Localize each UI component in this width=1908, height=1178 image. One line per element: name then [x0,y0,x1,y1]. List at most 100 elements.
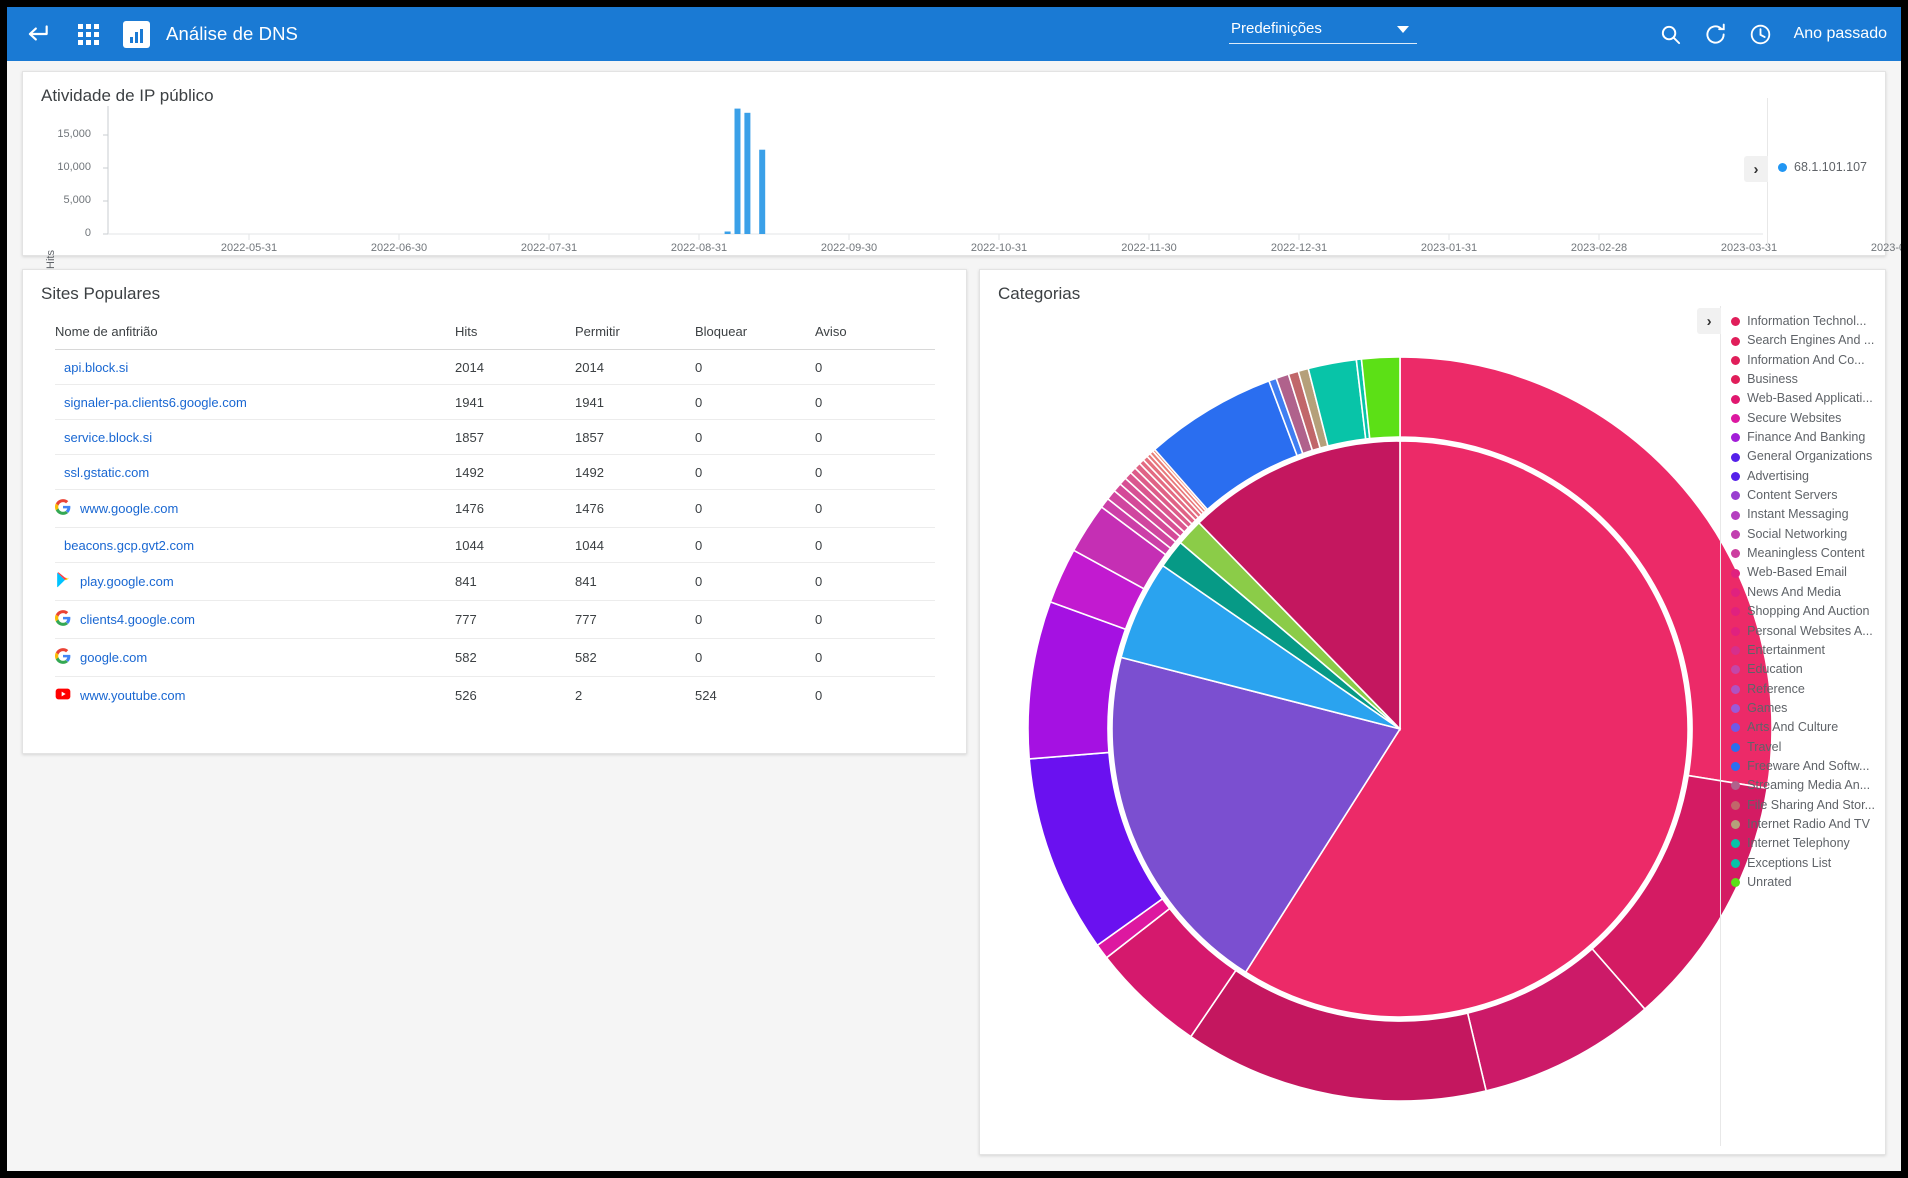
x-tick-label: 2022-09-30 [820,242,878,254]
legend-item[interactable]: Shopping And Auction [1731,602,1875,621]
legend-color-dot [1731,762,1741,772]
host-link[interactable]: signaler-pa.clients6.google.com [64,395,247,410]
cell-hostname: api.block.si [55,349,455,385]
legend-item[interactable]: Social Networking [1731,525,1875,544]
cell-block: 0 [695,349,815,385]
host-cell: www.youtube.com [55,686,455,705]
legend-item[interactable]: Search Engines And ... [1731,331,1875,350]
time-range-label[interactable]: Ano passado [1794,25,1887,43]
table-row[interactable]: ssl.gstatic.com 1492 1492 0 0 [55,454,935,490]
youtube-icon [55,686,71,705]
legend-item[interactable]: Instant Messaging [1731,505,1875,524]
legend-item[interactable]: Reference [1731,680,1875,699]
outer-slice[interactable] [1027,600,1127,760]
cell-hostname: www.google.com [55,489,455,528]
legend-item-label: General Organizations [1747,449,1873,464]
activity-legend: › 68.1.101.107 [1744,98,1867,248]
legend-item[interactable]: Unrated [1731,873,1875,892]
legend-item[interactable]: News And Media [1731,583,1875,602]
legend-item-label: Personal Websites A... [1747,623,1873,638]
legend-item[interactable]: Travel [1731,738,1875,757]
activity-bar-chart: Hits 0 5,000 10,000 15,000 2022-05-31 202… [23,94,1901,269]
table-row[interactable]: beacons.gcp.gvt2.com 1044 1044 0 0 [55,527,935,563]
y-tick-15000: 15,000 [57,128,91,140]
activity-chart-svg [103,106,1763,240]
legend-item[interactable]: Freeware And Softw... [1731,757,1875,776]
legend-item-label: Search Engines And ... [1747,333,1875,348]
apps-grid-icon[interactable] [67,13,109,55]
legend-item[interactable]: Exceptions List [1731,854,1875,873]
legend-item[interactable]: Secure Websites [1731,409,1875,428]
preset-dropdown[interactable]: Predefinições [1229,17,1417,44]
search-icon[interactable] [1659,23,1682,46]
cell-allow: 1941 [575,384,695,420]
host-link[interactable]: ssl.gstatic.com [64,465,149,480]
legend-item[interactable]: Internet Telephony [1731,834,1875,853]
legend-item[interactable]: Finance And Banking [1731,428,1875,447]
host-link[interactable]: www.google.com [80,501,178,516]
legend-item[interactable]: 68.1.101.107 [1778,160,1867,176]
legend-item[interactable]: Personal Websites A... [1731,622,1875,641]
host-link[interactable]: www.youtube.com [80,688,186,703]
table-row[interactable]: service.block.si 1857 1857 0 0 [55,419,935,455]
legend-item[interactable]: File Sharing And Stor... [1731,796,1875,815]
analytics-logo-icon [123,20,150,48]
host-cell: www.google.com [55,499,455,518]
table-row[interactable]: signaler-pa.clients6.google.com 1941 1941 0… [55,384,935,420]
google-icon [55,648,71,667]
legend-item[interactable]: Internet Radio And TV [1731,815,1875,834]
legend-item[interactable]: Arts And Culture [1731,718,1875,737]
legend-color-dot [1731,510,1741,520]
host-link[interactable]: beacons.gcp.gvt2.com [64,538,194,553]
preset-select[interactable]: Predefinições [1229,17,1417,44]
legend-item[interactable]: Education [1731,660,1875,679]
legend-item[interactable]: Streaming Media An... [1731,776,1875,795]
legend-color-dot [1731,858,1741,868]
legend-item[interactable]: Information And Co... [1731,351,1875,370]
cell-block: 0 [695,638,815,677]
legend-item-label: Internet Radio And TV [1747,816,1870,831]
legend-item-label: Arts And Culture [1747,720,1839,735]
host-link[interactable]: google.com [80,650,147,665]
inner-ring[interactable] [1111,440,1689,1018]
legend-expand-icon[interactable]: › [1744,156,1768,182]
legend-item[interactable]: Web-Based Email [1731,563,1875,582]
top-app-bar: Análise de DNS Predefinições Ano passado [7,7,1901,61]
host-link[interactable]: service.block.si [64,430,152,445]
legend-item[interactable]: Content Servers [1731,486,1875,505]
cell-hostname: clients4.google.com [55,600,455,639]
clock-icon[interactable] [1749,23,1772,46]
host-link[interactable]: clients4.google.com [80,612,195,627]
legend-item-label: Web-Based Applicati... [1747,391,1873,406]
table-row[interactable]: www.youtube.com 526 2 524 0 [55,677,935,715]
table-row[interactable]: clients4.google.com 777 777 0 0 [55,600,935,639]
refresh-icon[interactable] [1704,23,1727,46]
legend-item[interactable]: Advertising [1731,467,1875,486]
table-row[interactable]: play.google.com 841 841 0 0 [55,562,935,601]
bar-3[interactable] [759,149,766,234]
back-arrow-icon[interactable] [17,13,59,55]
host-link[interactable]: play.google.com [80,574,174,589]
column-header-warn: Aviso [815,318,935,350]
table-row[interactable]: google.com 582 582 0 0 [55,638,935,677]
legend-item[interactable]: Information Technol... [1731,312,1875,331]
cell-allow: 582 [575,638,695,677]
legend-item[interactable]: Games [1731,699,1875,718]
host-link[interactable]: api.block.si [64,360,128,375]
legend-color-dot [1731,336,1741,346]
cell-block: 524 [695,688,717,703]
legend-item[interactable]: Meaningless Content [1731,544,1875,563]
bar-0[interactable] [724,231,731,235]
categories-sunburst-chart [994,314,1806,1144]
legend-item[interactable]: Entertainment [1731,641,1875,660]
bar-series [724,108,766,235]
table-row[interactable]: www.google.com 1476 1476 0 0 [55,489,935,528]
table-row[interactable]: api.block.si 2014 2014 0 0 [55,349,935,385]
cell-block: 0 [695,527,815,563]
bar-1[interactable] [734,108,741,234]
legend-expand-icon[interactable]: › [1697,308,1722,334]
legend-item[interactable]: Web-Based Applicati... [1731,389,1875,408]
legend-item[interactable]: Business [1731,370,1875,389]
legend-item[interactable]: General Organizations [1731,447,1875,466]
bar-2[interactable] [744,112,751,234]
